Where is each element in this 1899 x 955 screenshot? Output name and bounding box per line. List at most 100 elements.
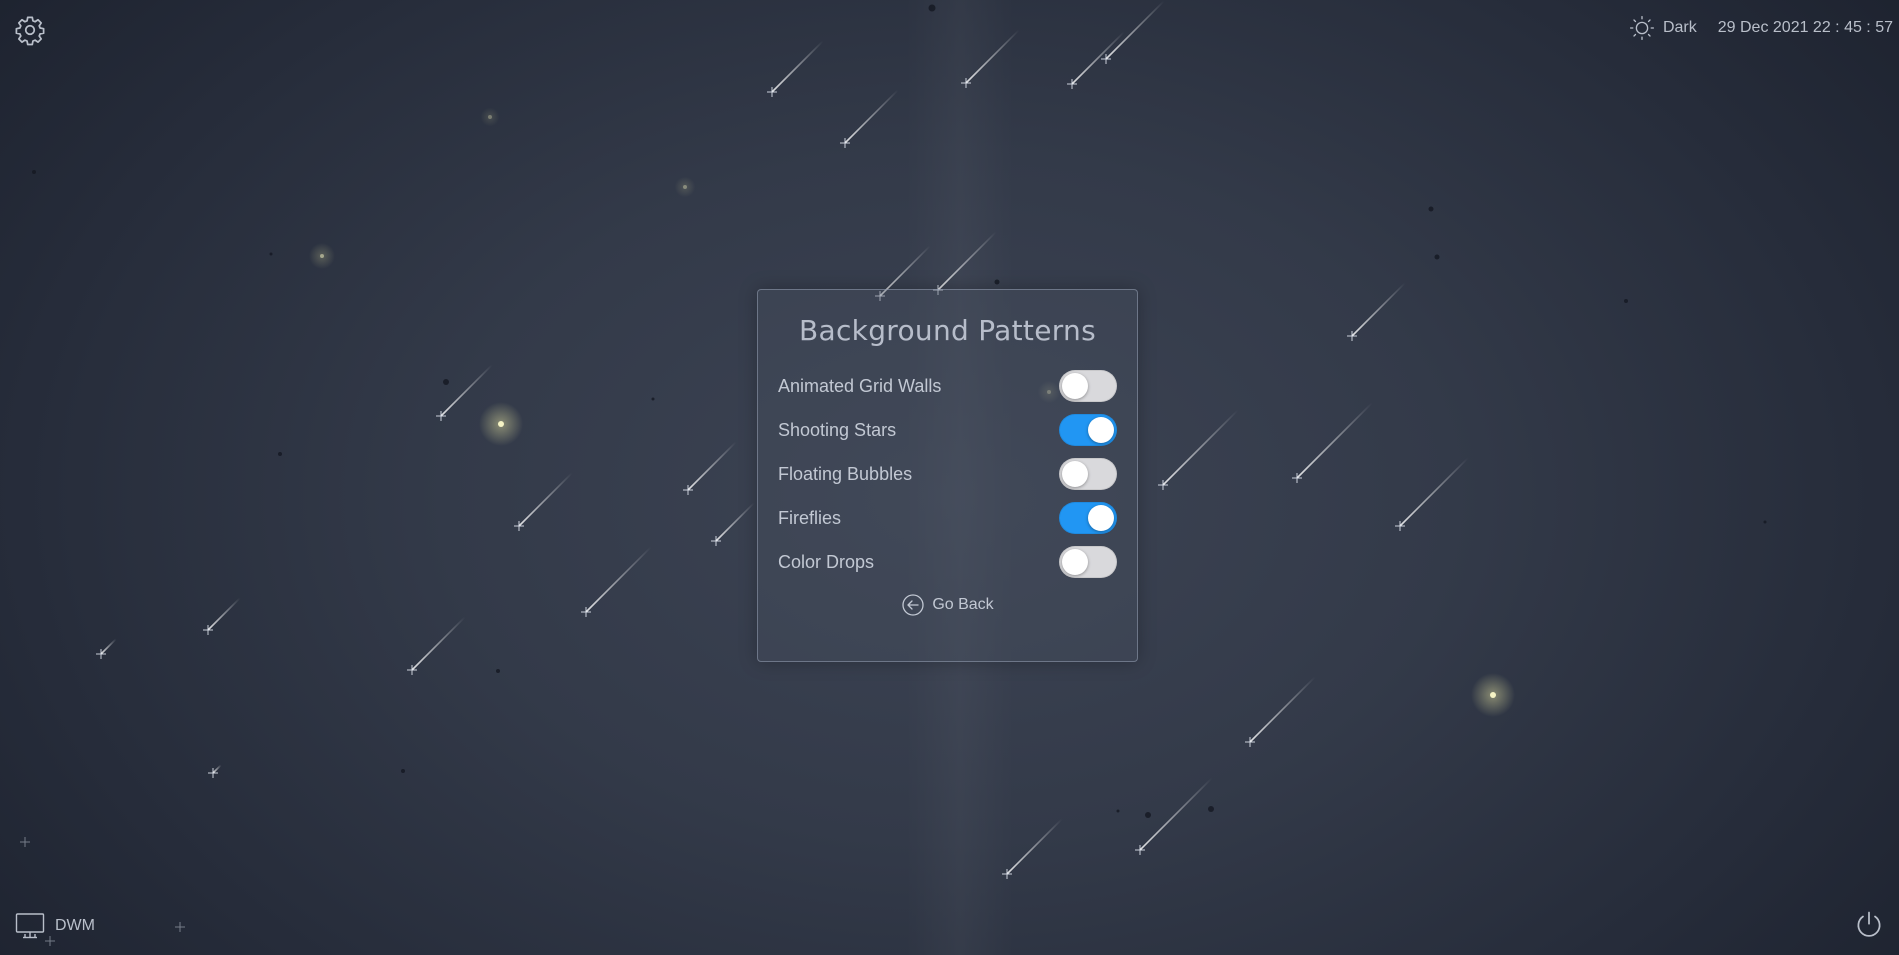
firefly	[1490, 692, 1496, 698]
shooting-star-head	[1002, 869, 1012, 879]
background-speck	[1763, 520, 1767, 524]
background-patterns-panel: Background Patterns Animated Grid Walls …	[757, 289, 1138, 662]
firefly-glow	[479, 402, 523, 446]
shooting-star-trail	[937, 231, 997, 291]
shooting-star-trail	[440, 364, 493, 417]
shooting-star-head	[203, 625, 213, 635]
background-speck	[1428, 206, 1434, 212]
shooting-star-trail	[965, 29, 1020, 84]
shooting-stars-toggle[interactable]	[1059, 414, 1117, 446]
background-speck	[401, 769, 405, 773]
shooting-star-head	[1158, 480, 1168, 490]
toggle-knob	[1062, 461, 1088, 487]
option-fireflies: Fireflies	[758, 496, 1137, 540]
option-label: Floating Bubbles	[778, 463, 913, 484]
background-speck	[1624, 299, 1628, 303]
background-speck	[928, 4, 936, 12]
gear-icon	[15, 16, 45, 46]
shooting-star-trail	[518, 472, 573, 527]
option-animated-grid-walls: Animated Grid Walls	[758, 364, 1137, 408]
background-speck	[1434, 254, 1440, 260]
shooting-star-head	[436, 411, 446, 421]
twinkle-star	[175, 922, 185, 932]
firefly	[683, 185, 687, 189]
background-speck	[1208, 806, 1214, 812]
shooting-star-trail	[844, 89, 899, 144]
shooting-star-head	[208, 768, 218, 778]
power-icon	[1857, 911, 1881, 937]
option-shooting-stars: Shooting Stars	[758, 408, 1137, 452]
shooting-star-trail	[1105, 0, 1165, 60]
shooting-star-trail	[1006, 818, 1063, 875]
top-status-bar: Dark 29 Dec 2021 22 : 45 : 57	[1629, 15, 1893, 41]
background-speck	[278, 452, 282, 456]
clock: 29 Dec 2021 22 : 45 : 57	[1717, 19, 1893, 36]
shooting-star-trail	[585, 546, 652, 613]
firefly-glow	[1471, 673, 1515, 717]
background-speck	[496, 669, 500, 673]
color-drops-toggle[interactable]	[1059, 546, 1117, 578]
window-manager-indicator[interactable]: DWM	[15, 912, 95, 940]
shooting-star-trail	[1296, 402, 1373, 479]
sun-icon	[1629, 15, 1654, 41]
shooting-star-head	[514, 521, 524, 531]
shooting-star-trail	[1071, 31, 1125, 85]
go-back-button[interactable]: Go Back	[758, 590, 1137, 620]
shooting-star-trail	[100, 638, 117, 655]
firefly-glow	[674, 176, 696, 198]
shooting-star-head	[1347, 331, 1357, 341]
floating-bubbles-toggle[interactable]	[1059, 458, 1117, 490]
theme-label: Dark	[1662, 19, 1697, 36]
firefly	[498, 421, 504, 427]
shooting-star-trail	[1249, 676, 1316, 743]
shooting-star-head	[1135, 845, 1145, 855]
power-button[interactable]	[1854, 910, 1884, 940]
go-back-label: Go Back	[932, 596, 994, 613]
option-label: Fireflies	[778, 507, 842, 528]
shooting-star-trail	[1351, 282, 1406, 337]
background-speck	[443, 379, 449, 385]
shooting-star-head	[1292, 473, 1302, 483]
monitor-icon	[15, 913, 45, 939]
shooting-star-head	[581, 607, 591, 617]
shooting-star-head	[1101, 54, 1111, 64]
shooting-star-head	[407, 665, 417, 675]
animated-grid-walls-toggle[interactable]	[1059, 370, 1117, 402]
panel-title: Background Patterns	[799, 314, 1096, 347]
shooting-star-trail	[687, 441, 737, 491]
shooting-star-head	[1395, 521, 1405, 531]
toggle-knob	[1088, 505, 1114, 531]
option-label: Color Drops	[778, 551, 875, 572]
toggle-knob	[1062, 373, 1088, 399]
shooting-star-head	[711, 536, 721, 546]
background-speck	[1145, 812, 1151, 818]
fireflies-toggle[interactable]	[1059, 502, 1117, 534]
background-speck	[269, 252, 273, 256]
background-speck	[32, 170, 36, 174]
firefly-glow	[480, 107, 500, 127]
firefly	[488, 115, 492, 119]
option-color-drops: Color Drops	[758, 540, 1137, 584]
background-speck	[1116, 809, 1120, 813]
shooting-star-head	[840, 138, 850, 148]
option-label: Animated Grid Walls	[778, 375, 942, 396]
shooting-star-trail	[771, 40, 824, 93]
option-label: Shooting Stars	[778, 419, 897, 440]
shooting-star-head	[96, 649, 106, 659]
shooting-star-trail	[1162, 409, 1239, 486]
shooting-star-trail	[207, 597, 241, 631]
shooting-star-head	[683, 485, 693, 495]
theme-toggle[interactable]: Dark	[1629, 15, 1697, 41]
window-manager-label: DWM	[55, 917, 95, 934]
shooting-star-head	[767, 87, 777, 97]
pattern-options: Animated Grid Walls Shooting Stars Float…	[758, 364, 1137, 584]
toggle-knob	[1062, 549, 1088, 575]
shooting-star-trail	[212, 764, 222, 774]
background-speck	[651, 397, 655, 401]
arrow-left-circle-icon	[902, 594, 924, 616]
shooting-star-trail	[411, 616, 466, 671]
shooting-star-head	[961, 78, 971, 88]
option-floating-bubbles: Floating Bubbles	[758, 452, 1137, 496]
settings-button[interactable]	[14, 14, 46, 46]
shooting-star-trail	[1399, 457, 1469, 527]
